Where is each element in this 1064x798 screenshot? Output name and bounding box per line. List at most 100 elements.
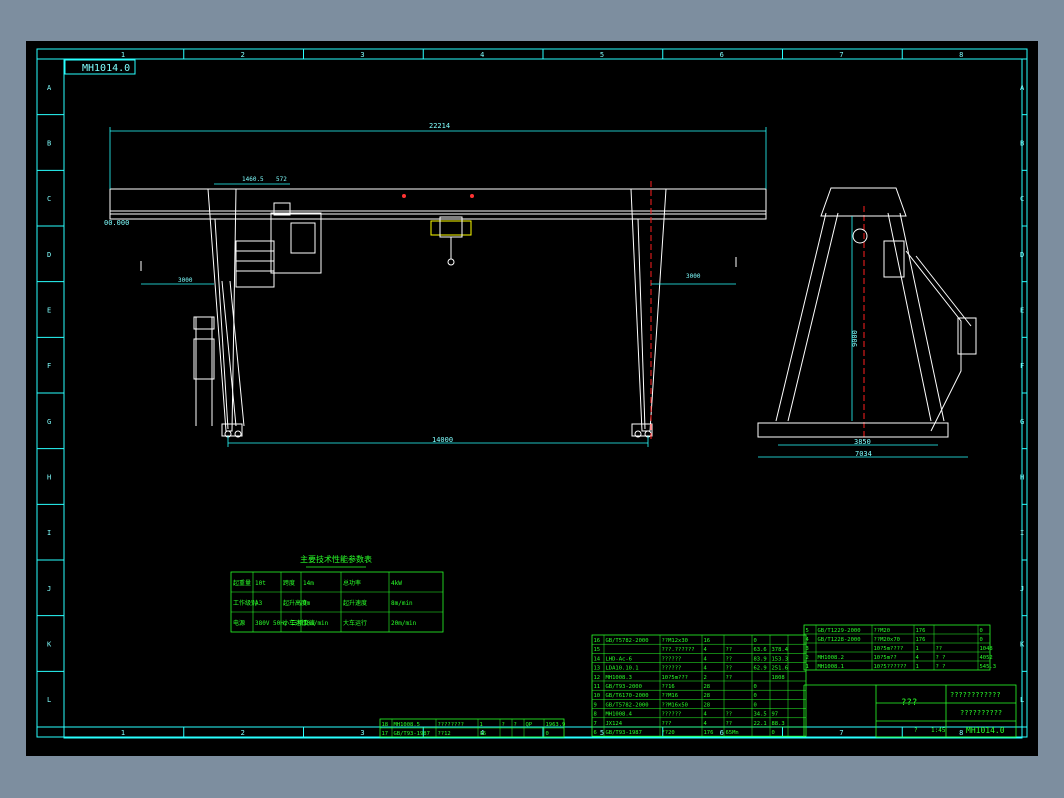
side-view (757, 187, 977, 438)
column-label-bottom: 2 (241, 729, 245, 737)
parts-cell: GB/T1229-2000 (818, 628, 861, 634)
row-label-right: C (1020, 195, 1024, 203)
parts-cell: 16 (480, 731, 487, 737)
elevation-mark: 00.000 (104, 219, 129, 227)
parts-cell: 0 (980, 628, 983, 634)
spec-cell: 电源 (233, 619, 245, 627)
parts-cell: 545.3 (980, 664, 997, 670)
spec-cell: 跨度 (283, 579, 295, 587)
spec-cell: 大车运行 (343, 619, 367, 627)
parts-cell: 4 (916, 655, 920, 661)
row-label-left: E (47, 307, 51, 315)
parts-cell: 1963.9 (546, 722, 566, 728)
parts-cell: 17 (382, 731, 389, 737)
parts-cell: 176 (916, 628, 926, 634)
row-label-right: F (1020, 362, 1024, 370)
operator-cabin (270, 212, 322, 274)
row-label-left: A (47, 84, 52, 92)
parts-cell: 28 (704, 702, 711, 708)
parts-cell: ??16 (662, 684, 675, 690)
parts-cell: 1 (916, 646, 919, 652)
parts-cell: 14 (594, 656, 601, 662)
frame-row-markers: A A B B C C D D E E F F G G H H I I J J K K L L (37, 84, 1027, 704)
parts-cell: 88.3 (772, 721, 785, 727)
parts-cell: ??M16x50 (662, 702, 689, 708)
parts-cell: GB/T93-2000 (606, 684, 642, 690)
parts-cell: 3 (806, 646, 809, 652)
parts-cell: 176 (704, 730, 714, 736)
parts-cell: ?? (726, 721, 733, 727)
spec-cell: 9m (303, 600, 311, 607)
parts-cell: 0 (772, 730, 775, 736)
bolt-marker (402, 194, 406, 198)
parts-cell: ?????? (662, 712, 682, 718)
parts-cell: 8 (594, 712, 597, 718)
parts-cell: 153.3 (772, 656, 789, 662)
column-label-bottom: 3 (360, 729, 364, 737)
column-label-top: 5 (600, 51, 604, 59)
parts-cell: 83.9 (754, 656, 767, 662)
parts-list-bottom: 18 MH1008.5???????? 1?? QP 1963.9 17 GB/T93-19… (379, 718, 566, 738)
parts-cell: 1808 (772, 675, 785, 681)
parts-cell: ?? (936, 646, 943, 652)
code-stamp: MH1014.0 (82, 63, 130, 74)
parts-cell: ??12 (438, 731, 451, 737)
spec-cell: 10t (255, 580, 266, 587)
bolt-marker (470, 194, 474, 198)
parts-cell: 15 (594, 647, 601, 653)
parts-cell: GB/T5782-2000 (606, 638, 649, 644)
parts-cell: 1 (916, 664, 919, 670)
spec-table-title: 主要技术性能参数表 (300, 554, 372, 564)
column-label-top: 2 (241, 51, 245, 59)
parts-cell: 4 (704, 712, 708, 718)
parts-cell: 10?5m???? (874, 646, 904, 652)
row-label-right: B (1020, 140, 1024, 148)
parts-list-right: 5 GB/T1229-2000 ??M20 176 04 GB/T1228-2000 ??M… (803, 624, 997, 671)
row-label-right: J (1020, 585, 1024, 593)
parts-cell: ? ? (936, 664, 946, 670)
parts-cell: GB/T1228-2000 (818, 637, 861, 643)
dim-lift-height: 9000 (851, 330, 859, 347)
parts-cell: 13 (594, 666, 601, 672)
parts-cell: 1048 (980, 646, 993, 652)
parts-cell: 11 (594, 684, 601, 690)
column-label-bottom: 1 (121, 729, 125, 737)
parts-cell: 2 (704, 675, 707, 681)
parts-cell: 97 (772, 712, 779, 718)
spec-cell: 工作级别 (233, 599, 257, 607)
dim-overall-span: 22214 (429, 122, 450, 130)
parts-cell: MH1008.4 (606, 712, 633, 718)
parts-cell: 4 (806, 637, 810, 643)
parts-cell: 4052 (980, 655, 993, 661)
dim-left-2: 572 (276, 176, 287, 183)
parts-cell: MH1008.2 (818, 655, 845, 661)
parts-cell: 4 (704, 647, 708, 653)
dim-wheel-base: 3850 (854, 438, 871, 446)
drawing-canvas: 1122334455667788 AABBCCDDEEFFGGHHIIJJKKL… (26, 41, 1038, 756)
parts-cell: GB/T6170-2000 (606, 693, 649, 699)
parts-cell: ? (514, 722, 517, 728)
row-label-left: I (47, 529, 51, 537)
parts-cell: 0 (754, 693, 757, 699)
parts-cell: 251.6 (772, 666, 789, 672)
parts-cell: 28 (704, 684, 711, 690)
spec-cell: 4kW (391, 580, 402, 587)
parts-cell: 1 (806, 664, 809, 670)
column-label-bottom: 7 (839, 729, 843, 737)
parts-cell: 1 (480, 722, 483, 728)
parts-cell: ? (502, 722, 505, 728)
parts-cell: ??? (662, 721, 672, 727)
title-scale: 1:45 (931, 727, 946, 734)
front-dimensions (109, 127, 767, 447)
parts-cell: 0 (980, 637, 983, 643)
parts-cell: 10?5m?? (874, 655, 897, 661)
spec-cell: 20m/min (303, 620, 329, 627)
spec-cell: 起升速度 (343, 599, 367, 607)
parts-cell: 63.6 (754, 647, 767, 653)
parts-cell: 2 (806, 655, 809, 661)
parts-cell: 0 (546, 731, 549, 737)
parts-cell: ??20 (662, 730, 675, 736)
parts-cell: 9 (594, 702, 597, 708)
parts-cell: 0 (754, 684, 757, 690)
parts-cell: MH1008.1 (818, 664, 845, 670)
